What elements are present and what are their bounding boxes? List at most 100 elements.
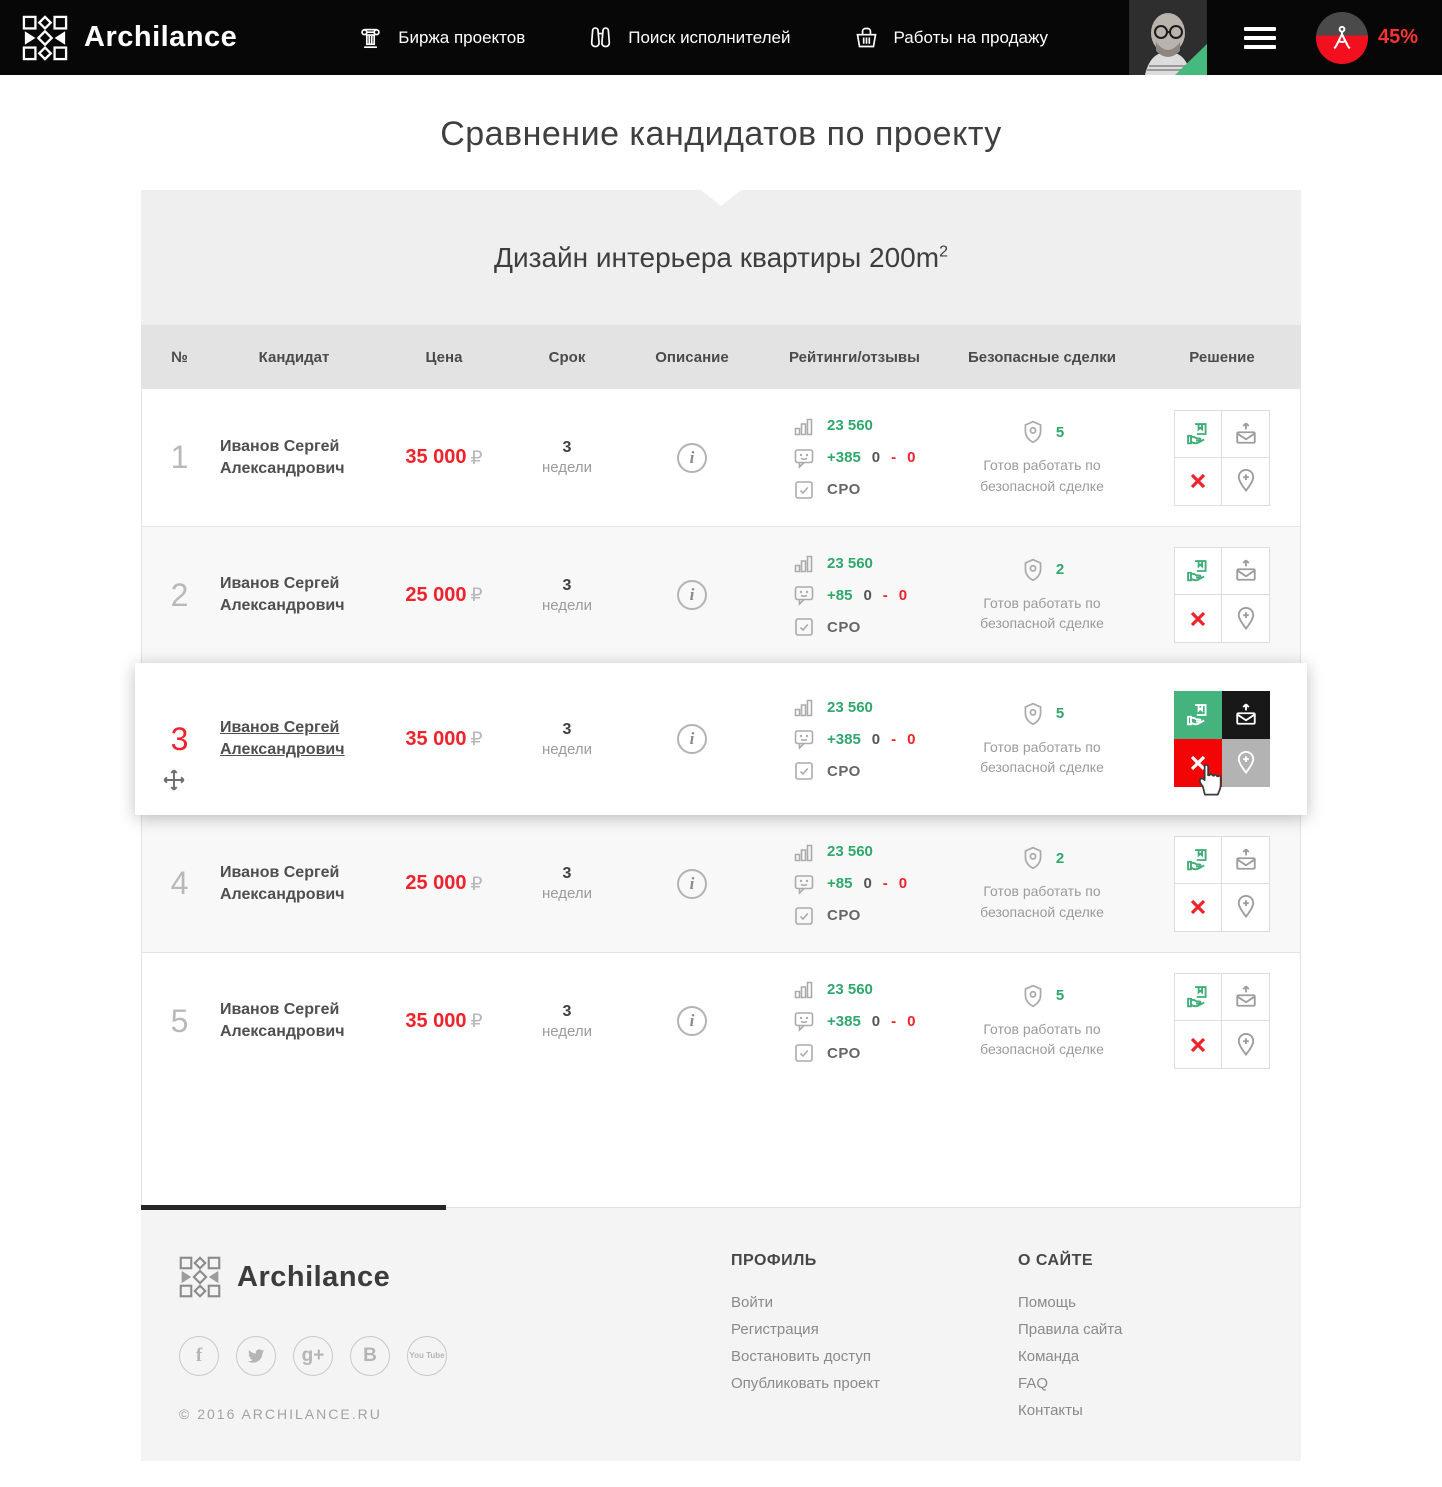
info-icon[interactable]: i	[677, 1006, 707, 1036]
row-number: 3	[142, 721, 217, 758]
safe-deals-cell: 5 Готов работать по безопасной сделке	[942, 701, 1142, 778]
col-header-price: Цена	[371, 349, 517, 366]
info-icon[interactable]: i	[677, 724, 707, 754]
hire-button[interactable]	[1174, 836, 1222, 884]
decision-buttons	[1174, 836, 1270, 932]
hire-deal-icon	[1184, 557, 1212, 585]
reject-x-icon	[1188, 471, 1208, 491]
pin-button[interactable]	[1222, 458, 1270, 506]
col-header-ratings: Рейтинги/отзывы	[767, 349, 942, 366]
profile-progress-badge[interactable]	[1316, 12, 1368, 64]
candidate-name-link[interactable]: Иванов Сергей Александрович	[220, 717, 360, 760]
decision-buttons	[1174, 973, 1270, 1069]
pin-plus-icon	[1232, 893, 1260, 921]
pin-button[interactable]	[1222, 1021, 1270, 1069]
footer-link-faq[interactable]: FAQ	[1018, 1375, 1305, 1392]
footer: Archilance f g+ В You Tube © 2016 ARCHIL…	[141, 1208, 1301, 1461]
term-cell: 3недели	[517, 439, 617, 476]
ratings-cell: 23 560 +3850-0 СРО	[767, 977, 942, 1065]
twitter-icon[interactable]	[236, 1336, 276, 1376]
footer-link-login[interactable]: Войти	[731, 1294, 1018, 1311]
reject-x-icon	[1188, 1035, 1208, 1055]
basket-icon	[853, 24, 880, 51]
reject-button[interactable]	[1174, 884, 1222, 932]
ratings-cell: 23 560 +3850-0 СРО	[767, 414, 942, 502]
checkbox-icon	[792, 615, 816, 639]
nav-find-performers[interactable]: Поиск исполнителей	[587, 24, 790, 51]
nav-projects-exchange[interactable]: Биржа проектов	[357, 24, 525, 51]
nav-works-for-sale[interactable]: Работы на продажу	[853, 24, 1049, 51]
hire-button[interactable]	[1174, 410, 1222, 458]
archilance-logo-icon-footer	[179, 1256, 221, 1298]
candidate-row: 4 Иванов Сергей Александрович 25 000 ₽ 3…	[142, 815, 1300, 952]
archilance-logo-icon	[22, 15, 68, 61]
send-message-button[interactable]	[1222, 691, 1270, 739]
checkbox-icon	[792, 1041, 816, 1065]
footer-link-restore[interactable]: Востановить доступ	[731, 1348, 1018, 1365]
drag-handle-icon[interactable]	[161, 764, 187, 801]
footer-link-team[interactable]: Команда	[1018, 1348, 1305, 1365]
ratings-cell: 23 560 +850-0 СРО	[767, 840, 942, 928]
term-cell: 3недели	[517, 865, 617, 902]
pin-button[interactable]	[1222, 739, 1270, 787]
price-cell: 35 000 ₽	[371, 728, 517, 751]
compass-icon	[1327, 23, 1357, 53]
candidate-name-link[interactable]: Иванов Сергей Александрович	[220, 573, 360, 616]
candidate-row: 3 Иванов Сергей Александрович 35 000 ₽ 3…	[135, 663, 1307, 815]
currency-symbol: ₽	[471, 1010, 483, 1032]
reject-button[interactable]	[1174, 1021, 1222, 1069]
send-message-button[interactable]	[1222, 836, 1270, 884]
footer-link-help[interactable]: Помощь	[1018, 1294, 1305, 1311]
send-message-button[interactable]	[1222, 547, 1270, 595]
candidate-name-link[interactable]: Иванов Сергей Александрович	[220, 436, 360, 479]
decision-buttons	[1174, 410, 1270, 506]
reject-button[interactable]	[1174, 458, 1222, 506]
col-header-decision: Решение	[1142, 349, 1302, 366]
footer-link-contacts[interactable]: Контакты	[1018, 1402, 1305, 1419]
table-header: № Кандидат Цена Срок Описание Рейтинги/о…	[142, 325, 1300, 389]
candidate-name-link[interactable]: Иванов Сергей Александрович	[220, 999, 360, 1042]
brand-name: Archilance	[84, 21, 237, 54]
send-message-button[interactable]	[1222, 410, 1270, 458]
user-avatar[interactable]	[1129, 0, 1207, 75]
pin-button[interactable]	[1222, 884, 1270, 932]
info-icon[interactable]: i	[677, 869, 707, 899]
hire-button[interactable]	[1174, 973, 1222, 1021]
decision-buttons	[1174, 691, 1270, 787]
vk-icon[interactable]: В	[350, 1336, 390, 1376]
mail-send-icon	[1232, 557, 1260, 585]
candidate-name-link[interactable]: Иванов Сергей Александрович	[220, 862, 360, 905]
shield-icon	[1020, 701, 1046, 727]
pin-plus-icon	[1232, 605, 1260, 633]
info-icon[interactable]: i	[677, 443, 707, 473]
youtube-icon[interactable]: You Tube	[407, 1336, 447, 1376]
pin-plus-icon	[1232, 467, 1260, 495]
pin-button[interactable]	[1222, 595, 1270, 643]
google-plus-icon[interactable]: g+	[293, 1336, 333, 1376]
row-number: 2	[142, 577, 217, 614]
user-photo	[1129, 0, 1207, 75]
info-icon[interactable]: i	[677, 580, 707, 610]
brand[interactable]: Archilance	[22, 15, 237, 61]
reject-x-icon	[1188, 897, 1208, 917]
footer-link-publish[interactable]: Опубликовать проект	[731, 1375, 1018, 1392]
footer-link-rules[interactable]: Правила сайта	[1018, 1321, 1305, 1338]
currency-symbol: ₽	[471, 447, 483, 469]
send-message-button[interactable]	[1222, 973, 1270, 1021]
binoculars-icon	[587, 24, 614, 51]
facebook-icon[interactable]: f	[179, 1336, 219, 1376]
menu-icon[interactable]	[1244, 22, 1276, 54]
reject-button[interactable]	[1174, 595, 1222, 643]
reject-button[interactable]	[1174, 739, 1222, 787]
reviews-icon	[792, 727, 816, 751]
shield-icon	[1020, 845, 1046, 871]
candidate-row: 5 Иванов Сергей Александрович 35 000 ₽ 3…	[142, 952, 1300, 1089]
mail-send-icon	[1232, 983, 1260, 1011]
footer-link-register[interactable]: Регистрация	[731, 1321, 1018, 1338]
hire-button[interactable]	[1174, 547, 1222, 595]
hire-button[interactable]	[1174, 691, 1222, 739]
col-header-num: №	[142, 349, 217, 366]
mail-send-icon	[1232, 420, 1260, 448]
hire-deal-icon	[1184, 983, 1212, 1011]
safe-deals-cell: 5 Готов работать по безопасной сделке	[942, 419, 1142, 496]
